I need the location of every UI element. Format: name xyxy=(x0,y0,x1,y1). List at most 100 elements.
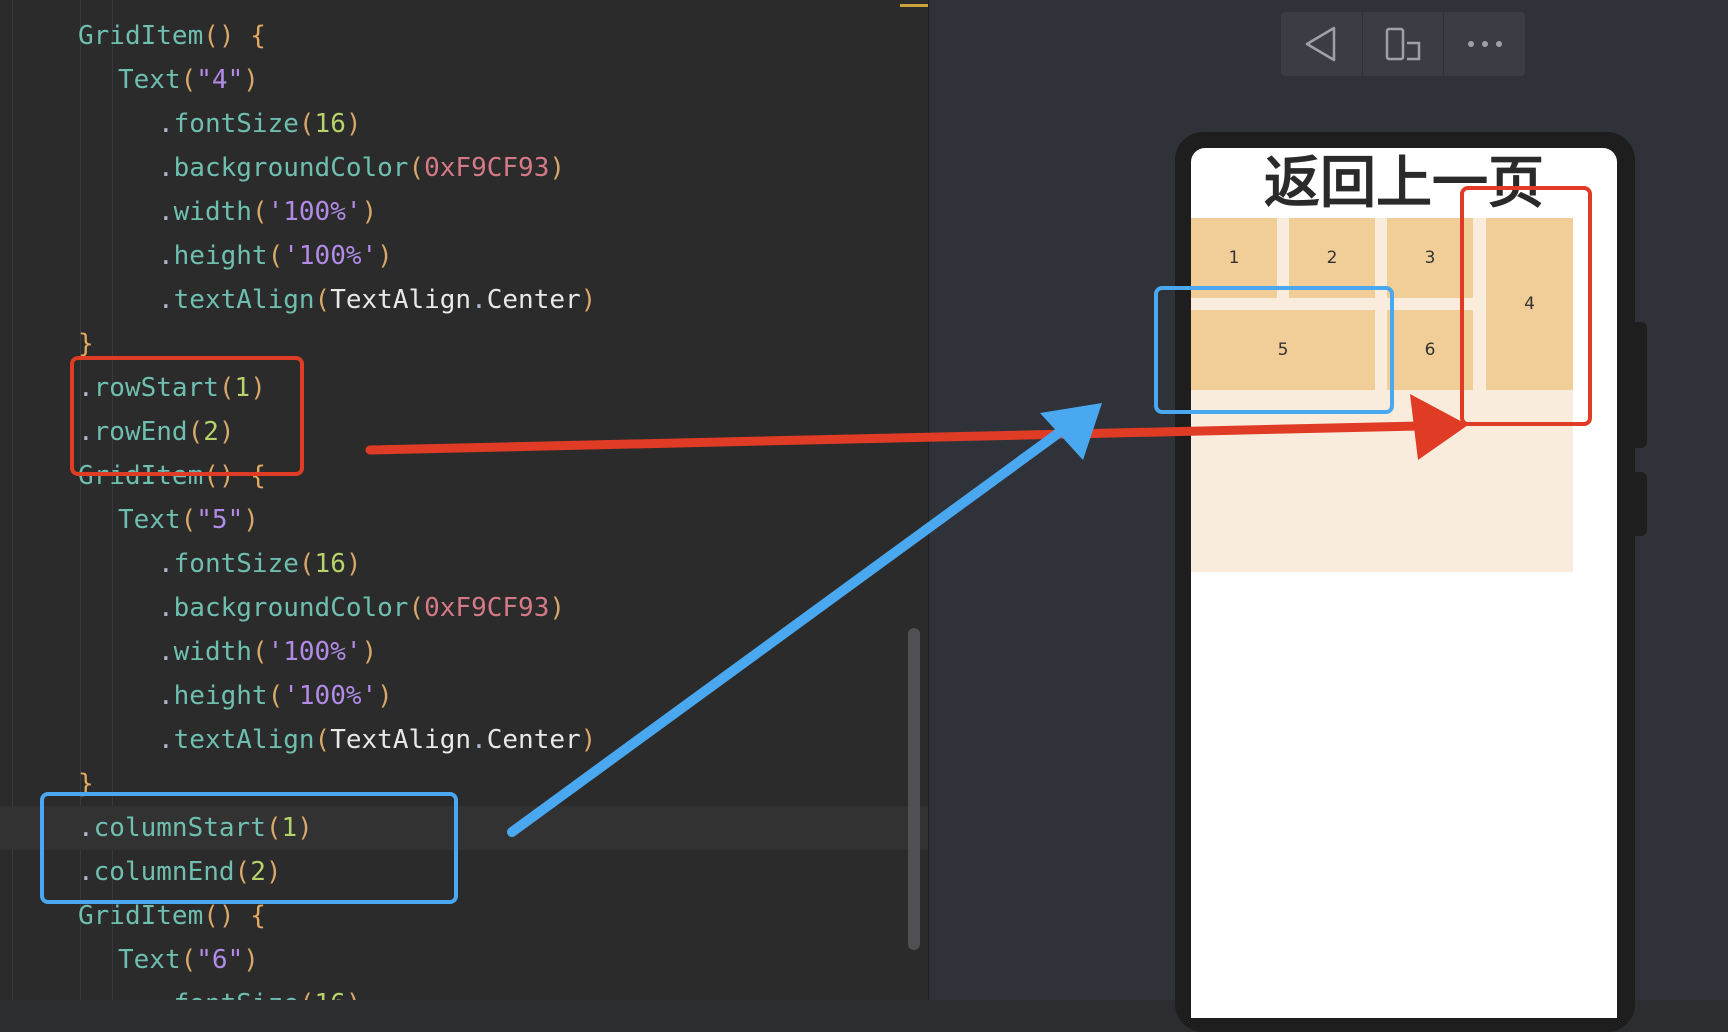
code-line[interactable]: .textAlign(TextAlign.Center) xyxy=(0,278,596,322)
code-token: . xyxy=(158,153,174,183)
code-token: . xyxy=(158,241,174,271)
code-token: ( xyxy=(298,549,315,579)
code-token: backgroundColor xyxy=(173,593,409,623)
code-token: ( xyxy=(314,285,331,315)
code-token: fontSize xyxy=(174,989,299,1000)
code-line[interactable]: .fontSize(16) xyxy=(0,542,596,586)
device-switch-icon xyxy=(1385,27,1421,61)
code-token: ) xyxy=(345,549,362,579)
code-token: ) xyxy=(580,285,597,315)
code-line[interactable]: .width('100%') xyxy=(0,630,596,674)
code-token: 0xF9CF93 xyxy=(424,153,550,183)
code-token: () xyxy=(203,901,235,931)
column-span-result-highlight xyxy=(1154,286,1394,414)
code-token: height xyxy=(173,681,268,711)
code-token: ( xyxy=(408,593,425,623)
code-token: ( xyxy=(267,681,284,711)
code-token: Text xyxy=(118,505,181,535)
code-token: 16 xyxy=(315,989,346,1000)
volume-button xyxy=(1635,322,1647,448)
code-token: ( xyxy=(180,505,197,535)
code-token: ) xyxy=(580,725,597,755)
code-token: ( xyxy=(180,945,197,975)
power-button xyxy=(1635,472,1647,536)
code-line[interactable]: .fontSize(16) xyxy=(0,982,596,1000)
back-button[interactable] xyxy=(1281,12,1363,76)
code-token: ) xyxy=(243,945,259,975)
code-token: . xyxy=(158,593,174,623)
row-span-code-highlight xyxy=(70,356,304,476)
code-token: fontSize xyxy=(173,549,299,579)
code-token: ) xyxy=(377,241,393,271)
row-span-result-highlight xyxy=(1460,186,1592,426)
code-token: backgroundColor xyxy=(173,153,409,183)
code-token: { xyxy=(234,21,266,51)
code-token: ) xyxy=(377,681,393,711)
code-token: GridItem xyxy=(78,21,204,51)
code-token: TextAlign xyxy=(330,725,472,755)
code-token: } xyxy=(78,329,94,359)
triangle-back-icon xyxy=(1306,26,1336,62)
code-token: . xyxy=(158,549,174,579)
code-token: "6" xyxy=(196,945,244,975)
code-line[interactable]: .width('100%') xyxy=(0,190,596,234)
preview-toolbar xyxy=(1281,12,1525,76)
code-token: . xyxy=(158,725,174,755)
code-token: ( xyxy=(267,241,284,271)
code-token: ( xyxy=(299,989,315,1000)
code-token: ) xyxy=(243,505,259,535)
code-token: width xyxy=(173,197,252,227)
editor-scrollbar[interactable] xyxy=(908,628,920,950)
more-dots-icon xyxy=(1467,41,1502,47)
code-token: ) xyxy=(361,197,378,227)
code-token: . xyxy=(158,109,174,139)
code-line[interactable]: .fontSize(16) xyxy=(0,102,596,146)
code-line[interactable]: Text("6") xyxy=(0,938,596,982)
code-token: ( xyxy=(314,725,331,755)
code-line[interactable]: .height('100%') xyxy=(0,674,596,718)
column-span-code-highlight xyxy=(40,792,458,904)
scroll-marker xyxy=(900,4,928,7)
code-token: 0xF9CF93 xyxy=(424,593,550,623)
code-token: '100%' xyxy=(283,241,378,271)
device-switch-button[interactable] xyxy=(1363,12,1445,76)
code-token: . xyxy=(158,285,174,315)
more-button[interactable] xyxy=(1444,12,1525,76)
code-token: '100%' xyxy=(267,637,362,667)
code-token: textAlign xyxy=(173,285,315,315)
code-token: . xyxy=(158,681,174,711)
code-line[interactable]: .backgroundColor(0xF9CF93) xyxy=(0,146,596,190)
code-line[interactable]: .height('100%') xyxy=(0,234,596,278)
code-token: ) xyxy=(345,109,362,139)
code-token: ) xyxy=(346,989,362,1000)
code-token: { xyxy=(234,901,266,931)
code-token: ( xyxy=(298,109,315,139)
code-token: Center xyxy=(486,285,581,315)
preview-pane: 返回上一页 1 2 3 4 5 6 xyxy=(929,0,1728,1032)
code-line[interactable]: Text("5") xyxy=(0,498,596,542)
code-token: ( xyxy=(251,637,268,667)
code-line[interactable]: Text("4") xyxy=(0,58,596,102)
code-token: GridItem xyxy=(78,901,204,931)
code-token: . xyxy=(158,637,174,667)
code-token: ( xyxy=(408,153,425,183)
code-token: TextAlign xyxy=(330,285,472,315)
code-token: ) xyxy=(549,153,566,183)
code-line[interactable]: .textAlign(TextAlign.Center) xyxy=(0,718,596,762)
code-token: Center xyxy=(486,725,581,755)
code-token: '100%' xyxy=(283,681,378,711)
code-token: fontSize xyxy=(173,109,299,139)
code-token: Text xyxy=(118,945,181,975)
code-token: textAlign xyxy=(173,725,315,755)
code-line[interactable]: GridItem() { xyxy=(0,14,596,58)
code-token: width xyxy=(173,637,252,667)
code-token: . xyxy=(471,285,487,315)
code-token: . xyxy=(471,725,487,755)
code-line[interactable]: .backgroundColor(0xF9CF93) xyxy=(0,586,596,630)
code-token: () xyxy=(203,21,235,51)
code-token: Text xyxy=(118,65,181,95)
code-token: 16 xyxy=(314,549,346,579)
code-token: ) xyxy=(243,65,259,95)
code-token: 16 xyxy=(314,109,346,139)
code-token: height xyxy=(173,241,268,271)
